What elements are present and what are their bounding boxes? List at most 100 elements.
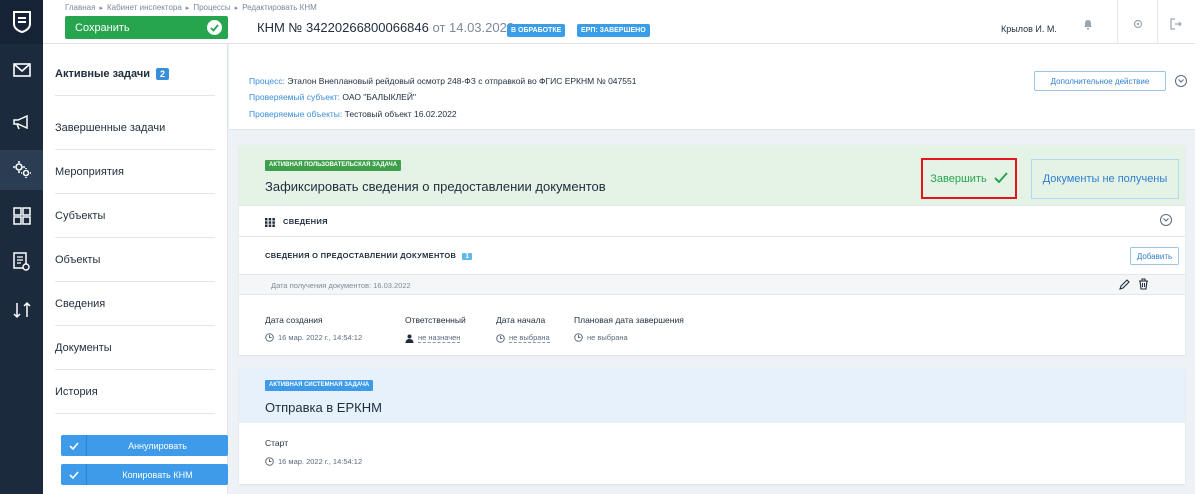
menu-item-label: История (55, 385, 98, 398)
annul-button[interactable]: Аннулировать (61, 435, 228, 456)
clock-icon (265, 457, 274, 466)
task-header: АКТИВНАЯ ПОЛЬЗОВАТЕЛЬСКАЯ ЗАДАЧА Зафикси… (239, 145, 1185, 205)
objects-label: Проверяемые объекты: (249, 109, 343, 119)
info-section[interactable]: СВЕДЕНИЯ (239, 205, 1185, 234)
user-task-card: АКТИВНАЯ ПОЛЬЗОВАТЕЛЬСКАЯ ЗАДАЧА Зафикси… (239, 145, 1185, 355)
status-badge-processing: В ОБРАБОТКЕ (507, 24, 566, 37)
process-info: Процесс: Эталон Внеплановый рейдовый осм… (229, 44, 1195, 130)
clock-icon (496, 333, 505, 343)
chevron-down-icon[interactable] (1160, 214, 1172, 226)
page-title: КНМ № 34220266800066846 от 14.03.2022 (257, 20, 514, 35)
add-button[interactable]: Добавить (1130, 247, 1179, 265)
main-content: Процесс: Эталон Внеплановый рейдовый осм… (229, 44, 1195, 494)
mail-icon[interactable] (0, 50, 43, 90)
trash-icon[interactable] (1138, 278, 1149, 293)
top-header: Главная ▸ Кабинет инспектора ▸ Процессы ▸ Реда… (43, 0, 1195, 44)
planned-end-value[interactable]: не выбрана (574, 333, 628, 342)
chevron-down-icon[interactable] (1175, 75, 1187, 87)
check-icon (61, 435, 87, 456)
gears-icon[interactable] (0, 150, 43, 190)
task-type-badge: АКТИВНАЯ ПОЛЬЗОВАТЕЛЬСКАЯ ЗАДАЧА (265, 160, 402, 171)
breadcrumb-current: Редактировать КНМ (242, 3, 317, 12)
knm-date: от 14.03.2022 (432, 20, 515, 35)
start-header: Старт (265, 438, 289, 448)
check-icon (994, 171, 1008, 186)
responsible-value[interactable]: не назначен (405, 333, 461, 343)
menu-item-events[interactable]: Мероприятия (55, 150, 215, 194)
start-value: 16 мар. 2022 г., 14:54:12 (265, 457, 362, 466)
created-date-text: 16 мар. 2022 г., 14:54:12 (278, 333, 363, 342)
task-header: АКТИВНАЯ СИСТЕМНАЯ ЗАДАЧА Отправка в ЕРК… (239, 368, 1185, 423)
menu-item-label: Мероприятия (55, 165, 124, 178)
menu-item-info[interactable]: Сведения (55, 282, 215, 326)
subject-value: ОАО "БАЛЫКЛЕЙ" (342, 92, 416, 102)
document-search-icon[interactable] (0, 242, 43, 282)
gear-icon[interactable] (1123, 14, 1153, 34)
menu-item-objects[interactable]: Объекты (55, 238, 215, 282)
task-title: Отправка в ЕРКНМ (265, 400, 382, 415)
count-badge: 1 (462, 253, 473, 260)
copy-knm-button[interactable]: Копировать КНМ (61, 464, 228, 485)
responsible-header: Ответственный (405, 315, 466, 325)
megaphone-icon[interactable] (0, 102, 43, 142)
objects-value: Тестовый объект 16.02.2022 (344, 109, 457, 119)
save-label: Сохранить (75, 21, 130, 34)
breadcrumb-home[interactable]: Главная (65, 3, 95, 12)
left-menu: Активные задачи 2 Завершенные задачи Меро… (43, 44, 228, 494)
menu-item-active-tasks[interactable]: Активные задачи 2 (55, 52, 215, 96)
status-badge-erp: ЕРП: ЗАВЕРШЕНО (577, 24, 650, 37)
subject-label: Проверяемый субъект: (249, 92, 341, 102)
process-value: Эталон Внеплановый рейдовый осмотр 248-Ф… (287, 76, 637, 86)
user-icon (405, 334, 414, 343)
breadcrumb: Главная ▸ Кабинет инспектора ▸ Процессы ▸ Реда… (65, 3, 317, 12)
annul-label: Аннулировать (128, 440, 187, 451)
grid-dots-icon (265, 216, 275, 230)
user-name[interactable]: Крылов И. М. (1001, 24, 1057, 34)
menu-item-history[interactable]: История (55, 370, 215, 414)
menu-item-label: Документы (55, 341, 112, 354)
finish-button[interactable]: Завершить (921, 158, 1017, 199)
start-date-header: Дата начала (496, 315, 546, 325)
grid-icon[interactable] (0, 196, 43, 236)
docs-received-date: Дата получения документов: 16.03.2022 (271, 281, 411, 290)
copy-knm-label: Копировать КНМ (122, 469, 193, 480)
extra-action-button[interactable]: Дополнительное действие (1034, 71, 1166, 91)
docs-section-header: СВЕДЕНИЯ О ПРЕДОСТАВЛЕНИИ ДОКУМЕНТОВ 1 До… (239, 236, 1185, 274)
task-title: Зафиксировать сведения о предоставлении … (265, 179, 606, 194)
process-label: Процесс: (249, 76, 285, 86)
logo-icon[interactable] (0, 0, 43, 44)
bell-icon[interactable] (1073, 14, 1103, 34)
save-button[interactable]: Сохранить (65, 16, 228, 39)
check-circle-icon (207, 20, 222, 35)
menu-item-label: Объекты (55, 253, 101, 266)
start-date-value[interactable]: не выбрана (496, 333, 550, 343)
logout-icon[interactable] (1161, 14, 1191, 34)
menu-item-label: Завершенные задачи (55, 121, 166, 134)
menu-item-subjects[interactable]: Субъекты (55, 194, 215, 238)
planned-end-header: Плановая дата завершения (574, 315, 684, 325)
docs-not-received-button[interactable]: Документы не получены (1031, 159, 1179, 199)
docs-row: Дата получения документов: 16.03.2022 (239, 274, 1185, 295)
clock-icon (265, 333, 274, 342)
clock-icon (574, 333, 583, 342)
docs-section-title: СВЕДЕНИЯ О ПРЕДОСТАВЛЕНИИ ДОКУМЕНТОВ (265, 251, 457, 260)
start-text: 16 мар. 2022 г., 14:54:12 (278, 457, 363, 466)
responsible-text: не назначен (418, 333, 461, 343)
task-type-badge: АКТИВНАЯ СИСТЕМНАЯ ЗАДАЧА (265, 380, 374, 391)
menu-item-label: Субъекты (55, 209, 106, 222)
sort-icon[interactable] (0, 290, 43, 330)
icon-rail (0, 0, 43, 494)
menu-item-documents[interactable]: Документы (55, 326, 215, 370)
created-date-value: 16 мар. 2022 г., 14:54:12 (265, 333, 362, 342)
menu-item-completed-tasks[interactable]: Завершенные задачи (55, 106, 215, 150)
check-icon (61, 464, 87, 485)
breadcrumb-processes[interactable]: Процессы (193, 3, 230, 12)
start-date-text: не выбрана (509, 333, 550, 343)
menu-item-label: Сведения (55, 297, 106, 310)
knm-number: КНМ № 34220266800066846 (257, 20, 429, 35)
system-task-card: АКТИВНАЯ СИСТЕМНАЯ ЗАДАЧА Отправка в ЕРК… (239, 368, 1185, 484)
created-date-header: Дата создания (265, 315, 323, 325)
edit-icon[interactable] (1119, 279, 1130, 293)
finish-label: Завершить (930, 172, 987, 185)
breadcrumb-cabinet[interactable]: Кабинет инспектора (107, 3, 182, 12)
